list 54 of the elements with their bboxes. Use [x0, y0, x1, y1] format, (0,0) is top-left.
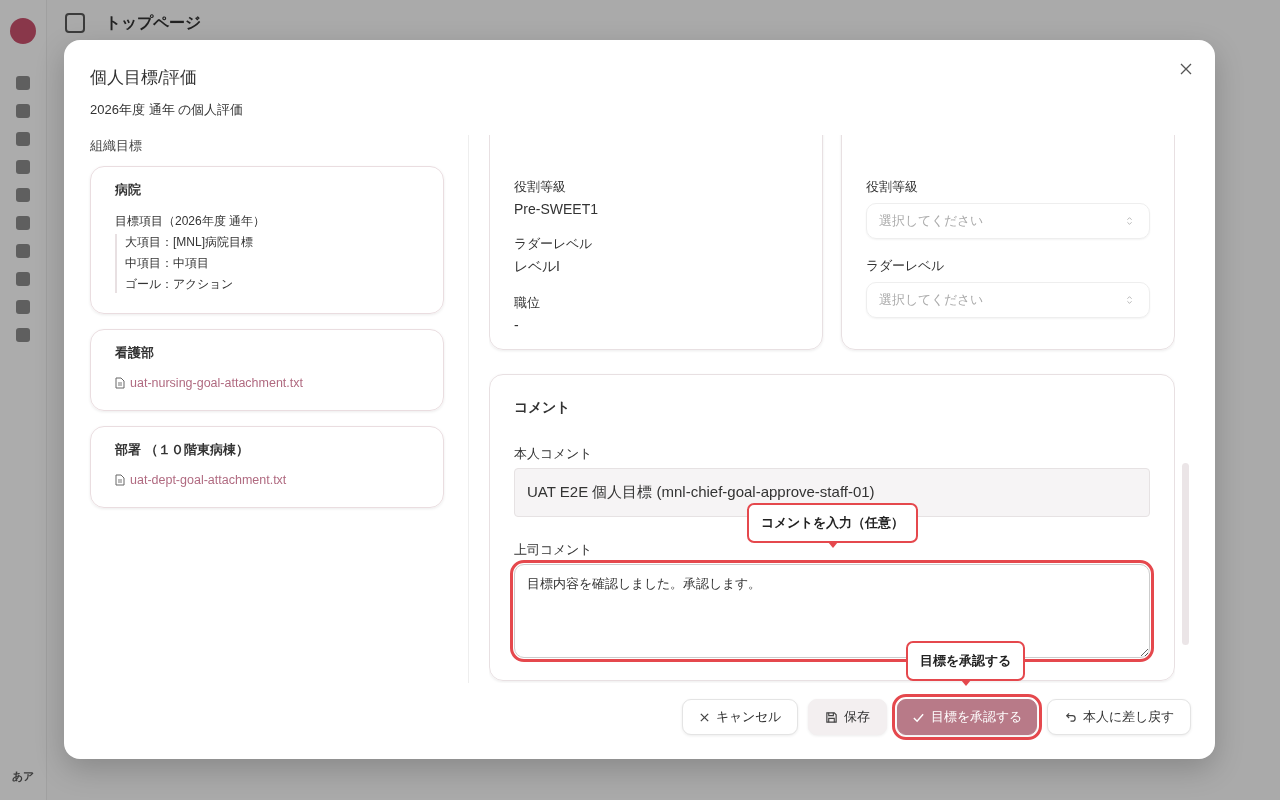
sidebar-icon[interactable]: [16, 272, 30, 286]
sidebar-icon[interactable]: [16, 216, 30, 230]
sidebar-icon[interactable]: [16, 76, 30, 90]
field-value: レベルI: [514, 258, 560, 276]
sidebar-icon[interactable]: [16, 300, 30, 314]
scrollbar-thumb[interactable]: [1182, 463, 1189, 645]
file-icon: [115, 377, 125, 389]
cancel-button[interactable]: キャンセル: [682, 699, 798, 735]
section-label: 組織目標: [90, 137, 143, 155]
sidebar-icon[interactable]: [16, 160, 30, 174]
field-label: 役割等級: [866, 178, 918, 196]
page-title: トップページ: [105, 12, 201, 33]
field-label: ラダーレベル: [866, 257, 944, 275]
field-label: 上司コメント: [514, 540, 592, 559]
file-icon: [115, 474, 125, 486]
dialog-title: 個人目標/評価: [90, 67, 197, 89]
goal-heading: 目標項目（2026年度 通年）: [115, 213, 267, 230]
return-button[interactable]: 本人に差し戻す: [1047, 699, 1191, 735]
close-icon[interactable]: [1180, 63, 1192, 75]
card-title: コメント: [514, 399, 570, 417]
sidebar-icon[interactable]: [16, 132, 30, 146]
attachment-link[interactable]: uat-dept-goal-attachment.txt: [130, 473, 287, 487]
field-label: 役割等級: [514, 178, 566, 196]
select-field[interactable]: 選択してください: [866, 203, 1150, 239]
close-icon: [699, 711, 710, 723]
chevrons-icon: [1126, 216, 1133, 226]
comment-display: UAT E2E 個人目標 (mnl-chief-goal-approve-staff-01): [514, 468, 1150, 517]
field-label: 職位: [514, 294, 540, 312]
tooltip-pointer: [827, 542, 838, 548]
card-title: 部署 （１０階東病棟）: [115, 441, 250, 459]
field-label: ラダーレベル: [514, 235, 592, 253]
select-field[interactable]: 選択してください: [866, 282, 1150, 318]
sidebar-icon[interactable]: [16, 244, 30, 258]
save-button[interactable]: 保存: [808, 699, 887, 735]
sidebar-icon[interactable]: [16, 104, 30, 118]
undo-icon: [1064, 710, 1077, 724]
tooltip-pointer: [960, 680, 971, 686]
card-title: 看護部: [115, 344, 155, 362]
user-initials: あア: [12, 769, 34, 784]
sidebar-icon[interactable]: [16, 188, 30, 202]
save-icon: [825, 710, 838, 724]
sidebar-icon[interactable]: [16, 328, 30, 342]
goal-item: 中項目：中項目: [125, 255, 210, 272]
field-value: Pre-SWEET1: [514, 201, 598, 217]
sidebar-toggle-icon[interactable]: [65, 13, 85, 33]
goal-item: ゴール：アクション: [125, 276, 234, 293]
dialog-subtitle: 2026年度 通年 の個人評価: [90, 101, 244, 119]
goal-item: 大項目：[MNL]病院目標: [125, 234, 254, 251]
attachment-link[interactable]: uat-nursing-goal-attachment.txt: [130, 376, 303, 390]
field-value: -: [514, 317, 519, 333]
logo-icon: [10, 18, 36, 44]
chevrons-icon: [1126, 295, 1133, 305]
field-label: 本人コメント: [514, 445, 592, 463]
card-title: 病院: [115, 181, 142, 199]
